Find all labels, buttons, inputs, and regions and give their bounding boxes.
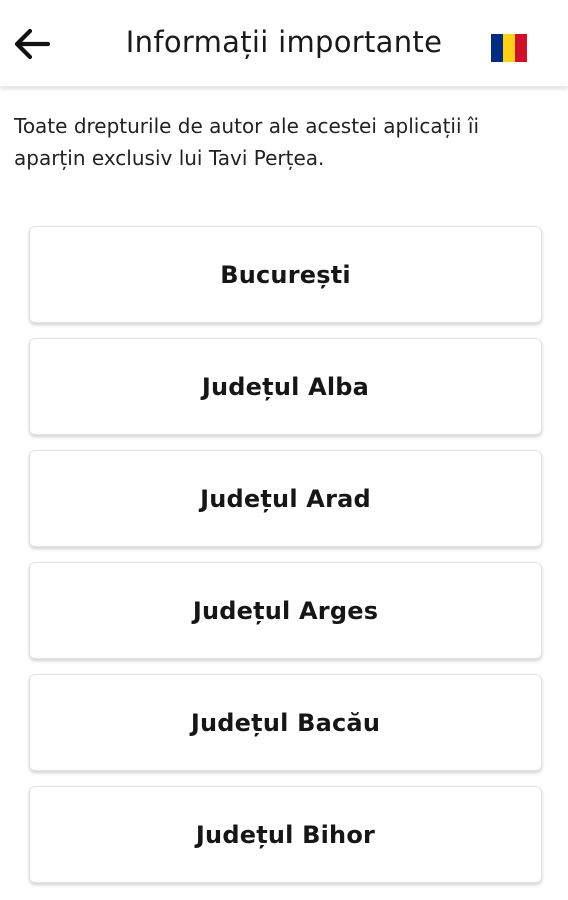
region-label: Județul Bacău [190, 708, 381, 737]
back-button[interactable] [8, 20, 56, 68]
region-label: Județul Alba [201, 372, 370, 401]
region-card-bihor[interactable]: Județul Bihor [29, 786, 542, 883]
language-flag-button[interactable] [491, 34, 527, 62]
region-card-arad[interactable]: Județul Arad [29, 450, 542, 547]
region-card-bucuresti[interactable]: București [29, 226, 542, 323]
region-card-bacau[interactable]: Județul Bacău [29, 674, 542, 771]
page-title: Informații importante [125, 25, 443, 59]
region-list: București Județul Alba Județul Arad Jude… [29, 226, 542, 898]
region-label: București [220, 260, 351, 289]
arrow-left-icon [12, 27, 52, 61]
region-card-alba[interactable]: Județul Alba [29, 338, 542, 435]
app-bar: Informații importante [0, 0, 568, 87]
region-label: Județul Arad [200, 484, 371, 513]
copyright-notice: Toate drepturile de autor ale acestei ap… [14, 114, 480, 170]
region-card-arges[interactable]: Județul Arges [29, 562, 542, 659]
romania-flag-icon [491, 34, 503, 62]
region-label: Județul Bihor [195, 820, 376, 849]
region-label: Județul Arges [192, 596, 379, 625]
